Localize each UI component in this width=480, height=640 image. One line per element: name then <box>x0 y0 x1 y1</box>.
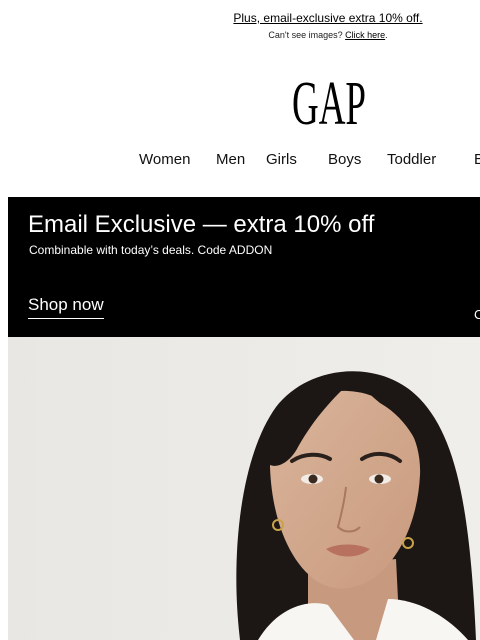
gap-logo[interactable]: GAP <box>292 68 368 128</box>
shop-now-link[interactable]: Shop now <box>28 295 104 319</box>
click-here-link[interactable]: Click here <box>345 30 385 40</box>
main-navigation: Women Men Girls Boys Toddler B <box>0 151 480 171</box>
banner-title: Email Exclusive — extra 10% off <box>28 211 375 238</box>
banner-edge-text: C <box>474 307 480 322</box>
promo-banner[interactable]: Email Exclusive — extra 10% off Combinab… <box>8 197 480 337</box>
hero-image[interactable] <box>8 337 480 640</box>
nav-item-boys[interactable]: Boys <box>328 151 361 169</box>
view-in-browser-line: Can't see images? Click here. <box>0 30 480 41</box>
nav-item-toddler[interactable]: Toddler <box>387 151 436 169</box>
email-preheader: Plus, email-exclusive extra 10% off. Can… <box>0 9 480 41</box>
logo-wordmark: GAP <box>292 70 366 128</box>
nav-item-girls[interactable]: Girls <box>266 151 297 169</box>
nav-item-men[interactable]: Men <box>216 151 245 169</box>
nav-item-women[interactable]: Women <box>139 151 190 169</box>
nav-item-baby[interactable]: B <box>474 151 480 169</box>
hero-portrait-illustration <box>8 337 480 640</box>
period-text: . <box>385 30 388 40</box>
cant-see-images-text: Can't see images? <box>268 30 346 40</box>
banner-subtitle: Combinable with today’s deals. Code ADDO… <box>29 243 273 257</box>
offer-link[interactable]: Plus, email-exclusive extra 10% off. <box>233 11 422 26</box>
